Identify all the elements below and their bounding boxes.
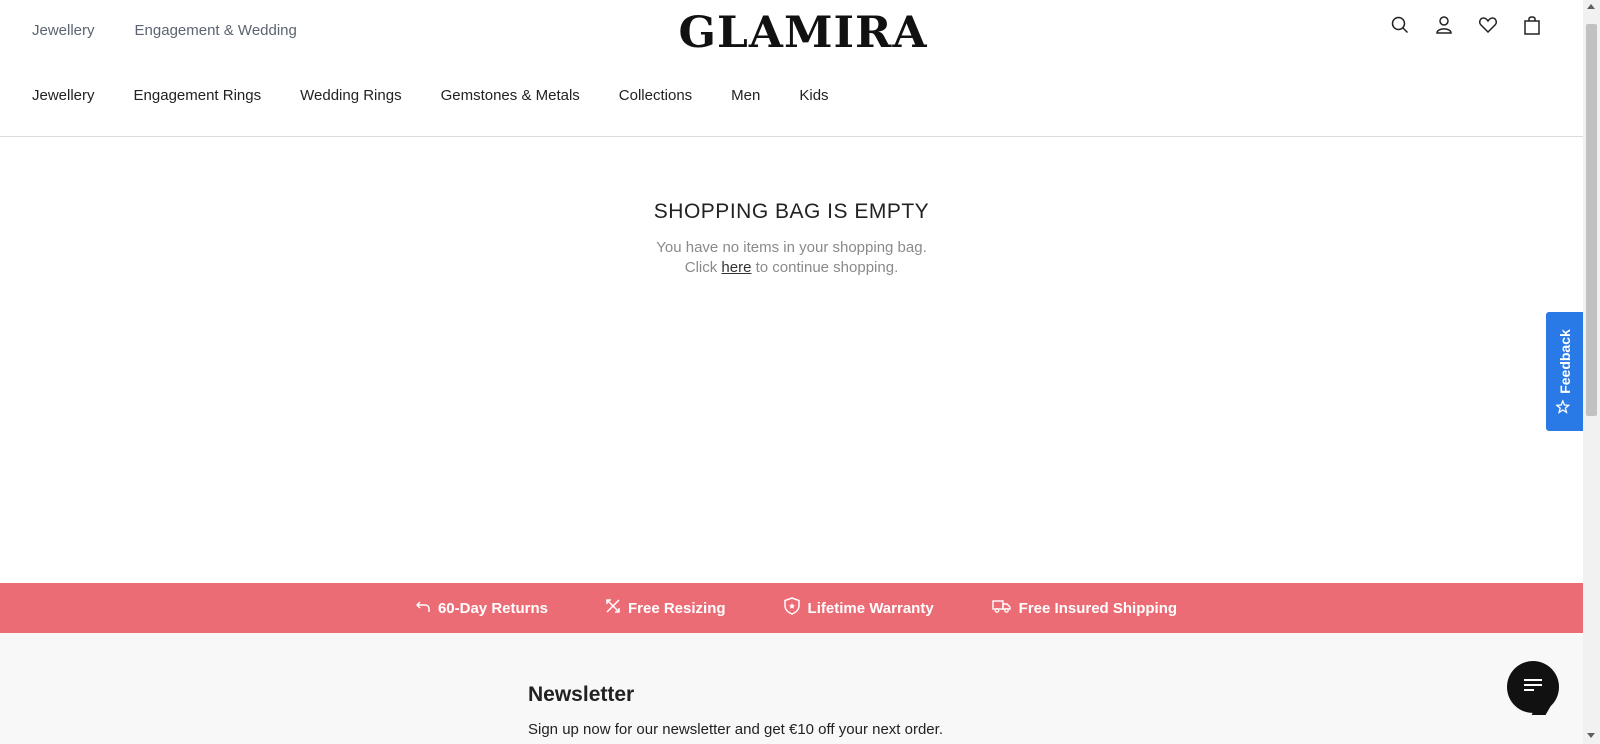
header-divider	[0, 136, 1583, 137]
resize-cross-icon	[606, 599, 620, 617]
newsletter-text: Sign up now for our newsletter and get €…	[528, 721, 943, 738]
top-header: Jewellery Engagement & Wedding GLAMIRA	[0, 0, 1583, 64]
top-links: Jewellery Engagement & Wedding	[32, 22, 297, 39]
chat-menu-icon	[1523, 678, 1543, 697]
nav-item-gemstones-metals[interactable]: Gemstones & Metals	[441, 87, 580, 104]
shopping-bag-icon[interactable]	[1521, 14, 1543, 36]
nav-item-men[interactable]: Men	[731, 87, 760, 104]
logo[interactable]: GLAMIRA	[679, 8, 928, 58]
scroll-down-arrow-icon[interactable]	[1587, 733, 1595, 738]
newsletter-title: Newsletter	[528, 683, 635, 706]
continue-shopping-link[interactable]: here	[721, 259, 751, 276]
shield-icon	[783, 597, 800, 619]
heart-icon[interactable]	[1477, 14, 1499, 36]
empty-message: You have no items in your shopping bag. …	[0, 238, 1583, 278]
nav-item-collections[interactable]: Collections	[619, 87, 692, 104]
benefit-returns: 60-Day Returns	[415, 599, 548, 617]
top-link-engagement-wedding[interactable]: Engagement & Wedding	[135, 22, 297, 39]
nav-item-wedding-rings[interactable]: Wedding Rings	[300, 87, 401, 104]
line2-prefix: Click	[684, 259, 722, 276]
benefit-warranty: Lifetime Warranty	[783, 597, 934, 619]
feedback-tab[interactable]: Feedback	[1546, 312, 1583, 431]
feedback-inner: Feedback	[1555, 329, 1573, 414]
page-scrollbar[interactable]	[1583, 0, 1600, 744]
nav-item-jewellery[interactable]: Jewellery	[32, 87, 95, 104]
feedback-label: Feedback	[1556, 329, 1573, 394]
benefit-shipping-label: Free Insured Shipping	[1018, 599, 1178, 617]
truck-icon	[991, 599, 1011, 617]
scroll-up-arrow-icon[interactable]	[1587, 4, 1595, 9]
header-icons	[1389, 14, 1543, 36]
empty-message-line2: Click here to continue shopping.	[0, 258, 1583, 278]
nav-item-engagement-rings[interactable]: Engagement Rings	[134, 87, 262, 104]
page-title: SHOPPING BAG IS EMPTY	[653, 200, 930, 223]
benefit-resizing: Free Resizing	[606, 599, 726, 617]
main-nav: Jewellery Engagement Rings Wedding Rings…	[32, 87, 829, 104]
return-arrow-icon	[415, 600, 430, 617]
empty-message-line1: You have no items in your shopping bag.	[656, 239, 927, 256]
line2-suffix: to continue shopping.	[751, 259, 899, 276]
benefit-returns-label: 60-Day Returns	[437, 599, 548, 617]
newsletter-section: Newsletter Sign up now for our newslette…	[0, 633, 1583, 744]
user-icon[interactable]	[1433, 14, 1455, 36]
benefit-warranty-label: Lifetime Warranty	[807, 599, 934, 617]
search-icon[interactable]	[1389, 14, 1411, 36]
benefit-shipping: Free Insured Shipping	[991, 599, 1178, 617]
benefits-band: 60-Day Returns Free Resizing Lifetime Wa…	[0, 583, 1583, 633]
benefit-resizing-label: Free Resizing	[628, 599, 726, 617]
scroll-thumb[interactable]	[1586, 24, 1597, 416]
nav-item-kids[interactable]: Kids	[799, 87, 828, 104]
star-sparkle-icon	[1555, 398, 1573, 414]
empty-bag-section: SHOPPING BAG IS EMPTY You have no items …	[0, 200, 1583, 278]
chat-button[interactable]	[1507, 661, 1559, 713]
top-link-jewellery[interactable]: Jewellery	[32, 22, 95, 39]
